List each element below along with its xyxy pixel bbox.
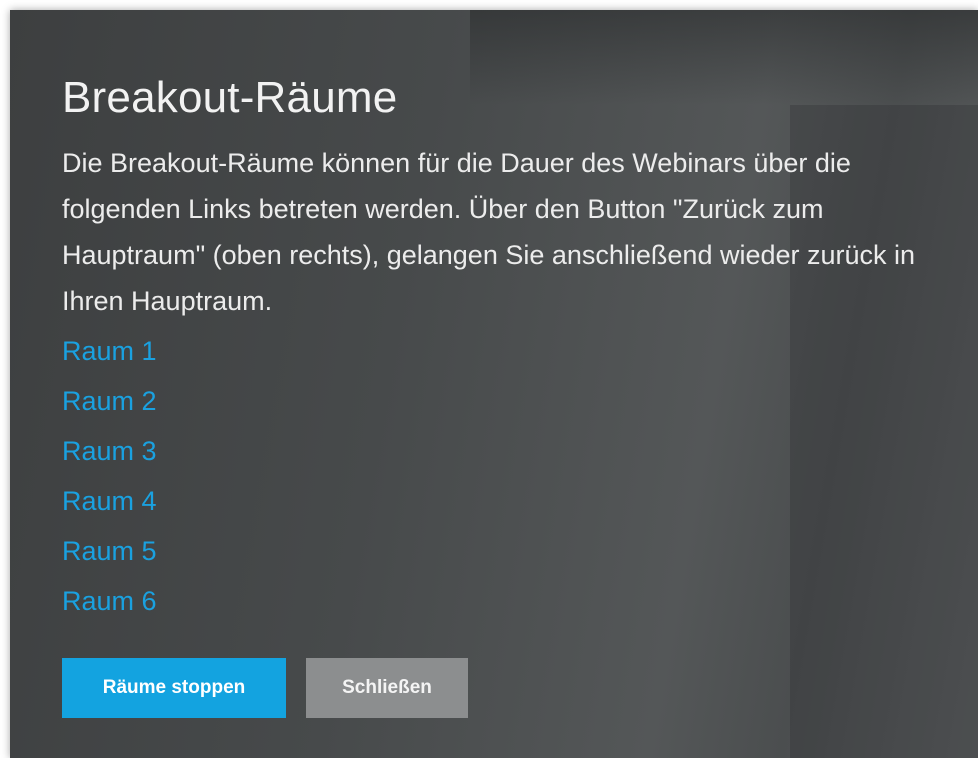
dialog-description: Die Breakout-Räume können für die Dauer … — [62, 148, 916, 316]
list-item: Raum 4 — [62, 476, 952, 526]
list-item: Raum 5 — [62, 526, 952, 576]
dialog-actions: Räume stoppen Schließen — [62, 658, 468, 718]
dialog-title: Breakout-Räume — [62, 73, 398, 122]
room-link-5[interactable]: Raum 5 — [62, 536, 157, 566]
list-item: Raum 3 — [62, 426, 952, 476]
room-link-4[interactable]: Raum 4 — [62, 486, 157, 516]
room-link-2[interactable]: Raum 2 — [62, 386, 157, 416]
close-button[interactable]: Schließen — [306, 658, 468, 718]
room-link-list: Raum 1 Raum 2 Raum 3 Raum 4 Raum 5 Raum … — [62, 326, 952, 626]
breakout-rooms-dialog: Breakout-Räume Die Breakout-Räume können… — [10, 10, 978, 758]
dialog-content: Breakout-Räume Die Breakout-Räume können… — [62, 72, 952, 626]
list-item: Raum 1 — [62, 326, 952, 376]
list-item: Raum 2 — [62, 376, 952, 426]
room-link-1[interactable]: Raum 1 — [62, 336, 157, 366]
stop-rooms-button[interactable]: Räume stoppen — [62, 658, 286, 718]
room-link-6[interactable]: Raum 6 — [62, 586, 157, 616]
room-link-3[interactable]: Raum 3 — [62, 436, 157, 466]
list-item: Raum 6 — [62, 576, 952, 626]
